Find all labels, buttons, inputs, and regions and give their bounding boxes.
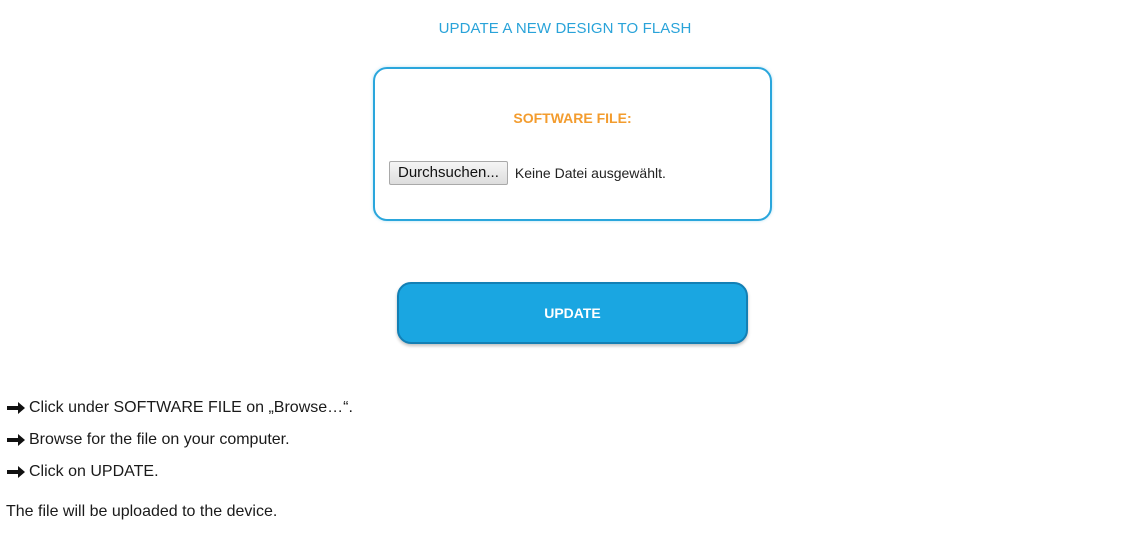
browse-button[interactable]: Durchsuchen...	[389, 161, 508, 185]
arrow-right-icon	[6, 401, 26, 415]
file-status-text: Keine Datei ausgewählt.	[514, 165, 666, 181]
arrow-right-icon	[6, 433, 26, 447]
instruction-text: Click on UPDATE.	[29, 463, 159, 480]
software-file-panel: SOFTWARE FILE: Durchsuchen... Keine Date…	[373, 67, 772, 221]
instruction-text: Browse for the file on your computer.	[29, 431, 290, 448]
result-note: The file will be uploaded to the device.	[6, 503, 278, 520]
update-button[interactable]: UPDATE	[397, 282, 748, 344]
arrow-right-icon	[6, 465, 26, 479]
file-input: Durchsuchen... Keine Datei ausgewählt.	[389, 161, 666, 185]
instruction-step-update: Click on UPDATE.	[6, 463, 159, 481]
software-file-label: SOFTWARE FILE:	[513, 110, 632, 126]
page-title: UPDATE A NEW DESIGN TO FLASH	[438, 20, 692, 37]
instruction-step-select-file: Browse for the file on your computer.	[6, 431, 290, 449]
instruction-step-browse: Click under SOFTWARE FILE on „Browse…“.	[6, 399, 353, 417]
instruction-text: Click under SOFTWARE FILE on „Browse…“.	[29, 399, 353, 416]
